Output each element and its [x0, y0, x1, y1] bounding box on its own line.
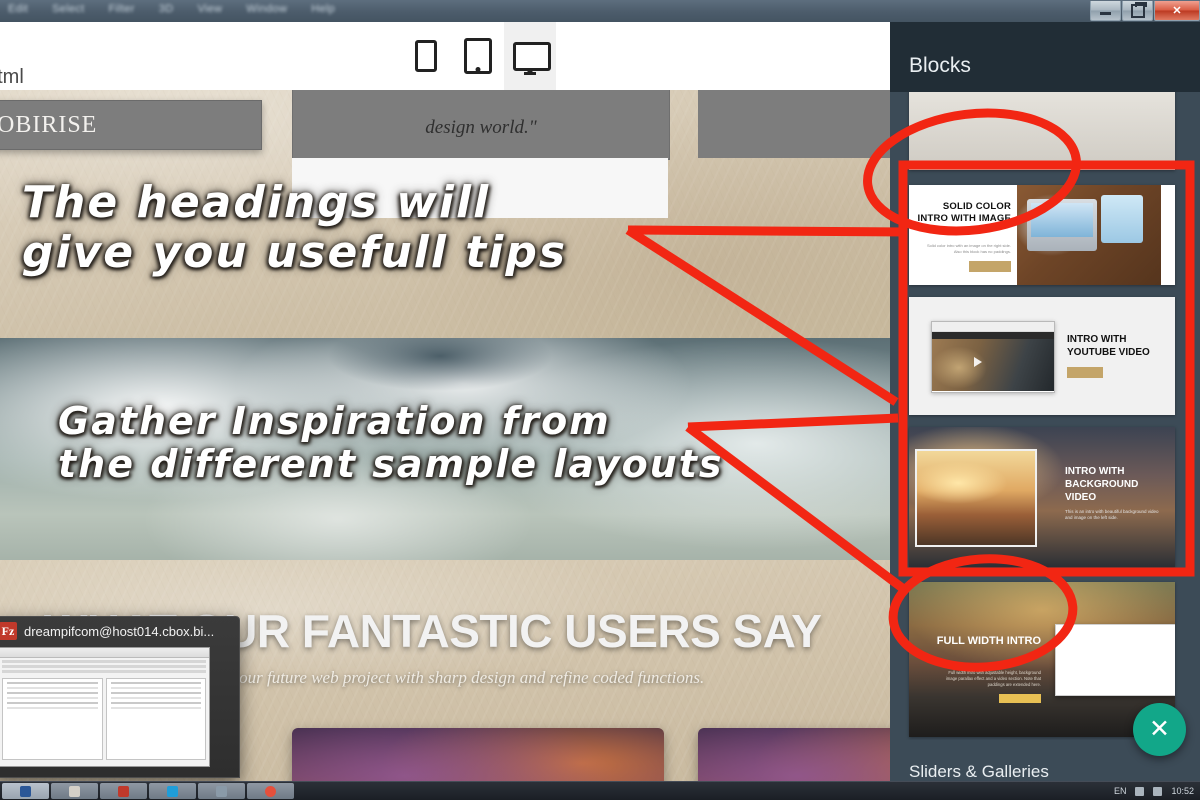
taskbar-button-explorer[interactable]	[51, 783, 98, 799]
canvas-card-right	[698, 90, 890, 158]
document-name-label: html	[0, 66, 24, 88]
menu-item-view[interactable]: View	[197, 3, 222, 15]
annotation-tip-inspiration: Gather Inspiration from the different sa…	[58, 399, 724, 487]
menu-item-help[interactable]: Help	[311, 3, 335, 15]
taskbar-button-opera[interactable]	[247, 783, 294, 799]
taskbar-button-notepad[interactable]	[198, 783, 245, 799]
device-button-mobile[interactable]	[400, 22, 452, 90]
block-heading: INTRO WITH BACKGROUND VIDEO	[1065, 466, 1139, 503]
mobile-icon	[415, 40, 437, 72]
canvas-quote-text: design world."	[425, 117, 537, 138]
tray-network-icon[interactable]	[1135, 786, 1145, 796]
block-description: Solid color intro with an image on the r…	[926, 243, 1011, 254]
device-button-desktop[interactable]	[504, 22, 556, 90]
taskbar-button-photoshop[interactable]	[149, 783, 196, 799]
menu-item-3d[interactable]: 3D	[159, 3, 174, 15]
os-menu-bar[interactable]: Edit Select Filter 3D View Window Help	[8, 3, 335, 15]
menu-item-filter[interactable]: Filter	[109, 3, 135, 15]
block-heading: FULL WIDTH INTRO	[936, 635, 1041, 647]
canvas-logo: OBIRISE	[0, 111, 98, 138]
block-thumb-intro-with-youtube-video[interactable]: INTRO WITH YOUTUBE VIDEO	[909, 297, 1175, 415]
system-tray[interactable]: EN 10:52	[1114, 786, 1194, 796]
annotation-tip-headings: The headings will give you usefull tips	[22, 177, 568, 279]
block-thumb-intro-with-background-video[interactable]: INTRO WITH BACKGROUND VIDEO This is an i…	[909, 427, 1175, 567]
close-panel-button[interactable]: ✕	[1133, 703, 1186, 756]
close-window-button[interactable]: ✕	[1154, 1, 1200, 21]
filezilla-preview-title: dreampifcom@host014.cbox.bi...	[24, 623, 215, 639]
window-controls: ✕	[1089, 1, 1200, 21]
device-button-tablet[interactable]	[452, 22, 504, 90]
block-description: Full width intro with adjustable height,…	[945, 670, 1041, 687]
blocks-panel: Blocks SOLID COLOR INTRO WITH IMAGE Soli…	[890, 22, 1200, 800]
blocks-list[interactable]: SOLID COLOR INTRO WITH IMAGE Solid color…	[890, 92, 1200, 740]
minimize-icon	[1100, 12, 1111, 15]
desktop-icon	[513, 42, 551, 75]
block-heading: SOLID COLOR INTRO WITH IMAGE	[917, 201, 1011, 224]
restore-button[interactable]	[1122, 1, 1153, 21]
block-thumb-partial[interactable]	[909, 92, 1175, 170]
canvas-navbar[interactable]: OBIRISE	[0, 100, 262, 150]
blocks-panel-header: Blocks	[890, 22, 1200, 92]
filezilla-icon: Fz	[0, 622, 17, 640]
tablet-icon	[464, 38, 492, 74]
tray-language-indicator[interactable]: EN	[1114, 786, 1127, 796]
os-titlebar: Edit Select Filter 3D View Window Help ✕	[0, 0, 1200, 23]
tray-clock[interactable]: 10:52	[1171, 786, 1194, 796]
restore-icon	[1130, 1, 1147, 18]
block-thumb-solid-color-intro-with-image[interactable]: SOLID COLOR INTRO WITH IMAGE Solid color…	[909, 185, 1175, 285]
block-button-preview	[999, 694, 1041, 703]
filezilla-preview-body	[0, 647, 210, 767]
blocks-panel-title: Blocks	[909, 54, 971, 77]
block-description: This is an intro with beautiful backgrou…	[1065, 509, 1159, 520]
menu-item-edit[interactable]: Edit	[8, 3, 28, 15]
filezilla-preview-titlebar: Fz dreampifcom@host014.cbox.bi...	[0, 617, 239, 645]
block-button-preview	[1067, 367, 1103, 378]
taskbar-button-word[interactable]	[2, 783, 49, 799]
device-preview-switch	[400, 22, 556, 90]
minimize-button[interactable]	[1090, 1, 1121, 21]
block-heading: INTRO WITH YOUTUBE VIDEO	[1067, 334, 1150, 358]
tray-volume-icon[interactable]	[1153, 786, 1163, 796]
filezilla-preview-window[interactable]: Fz dreampifcom@host014.cbox.bi...	[0, 616, 240, 778]
app-toolbar: html	[0, 22, 890, 91]
blocks-section-sliders-galleries[interactable]: Sliders & Galleries	[909, 762, 1049, 782]
screen-root: Edit Select Filter 3D View Window Help ✕…	[0, 0, 1200, 800]
block-thumb-full-width-intro[interactable]: FULL WIDTH INTRO Full width intro with a…	[909, 582, 1175, 737]
menu-item-select[interactable]: Select	[52, 3, 84, 15]
taskbar-button-filezilla[interactable]	[100, 783, 147, 799]
menu-item-window[interactable]: Window	[246, 3, 287, 15]
canvas-quote-card: design world."	[292, 90, 670, 160]
block-button-preview	[969, 261, 1011, 272]
windows-taskbar[interactable]: EN 10:52	[0, 781, 1200, 800]
